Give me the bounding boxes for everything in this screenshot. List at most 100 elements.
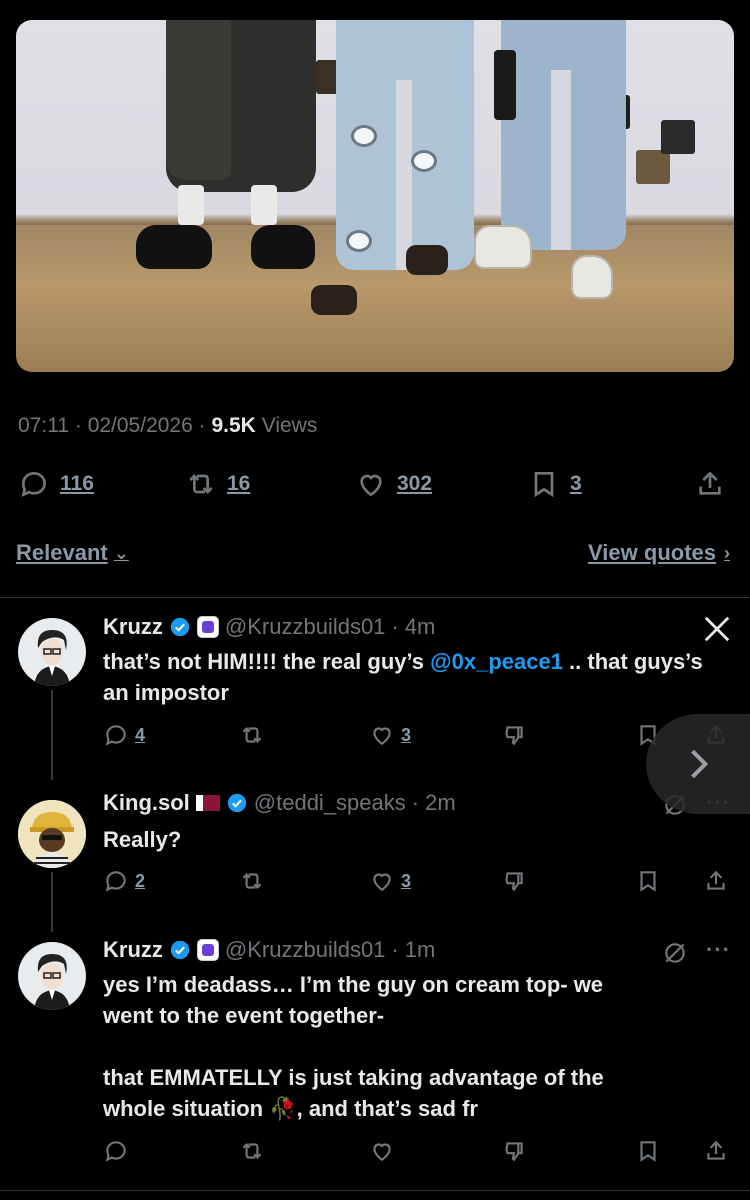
bookmark-icon (640, 1141, 656, 1162)
share-icon (707, 1140, 725, 1160)
affiliate-badge-icon (196, 939, 219, 961)
reply-icon (105, 725, 126, 746)
chevron-down-icon: ⌄ (113, 542, 129, 563)
reply-text: Really? (103, 827, 182, 852)
bookmark-icon (534, 472, 554, 498)
tweet-date: 02/05/2026 (87, 414, 193, 437)
rose-emoji: 🥀 (269, 1096, 297, 1121)
like-action[interactable] (369, 1138, 395, 1164)
reply-time: 2m (425, 790, 456, 815)
repost-icon (242, 1142, 262, 1160)
reply-action[interactable]: 116 (18, 468, 94, 500)
more-icon[interactable]: ··· (706, 937, 731, 963)
reply-icon (105, 1141, 126, 1162)
share-icon (707, 870, 725, 890)
verified-icon (170, 940, 190, 960)
avatar[interactable] (18, 618, 86, 686)
author-handle[interactable]: @Kruzzbuilds01 (225, 937, 386, 963)
loafer-left (136, 225, 212, 269)
reply-count: 2 (135, 870, 146, 891)
sneaker-right (571, 255, 613, 299)
dislike-action[interactable] (501, 722, 527, 748)
reply-text: yes I’m deadass… I’m the guy on cream to… (103, 972, 604, 1121)
reply-action[interactable]: 2 (103, 868, 145, 894)
repost-icon (242, 872, 262, 890)
author-name[interactable]: Kruzz (103, 614, 163, 640)
repost-icon (189, 474, 213, 494)
author-handle[interactable]: @Kruzzbuilds01 (225, 614, 386, 640)
avatar[interactable] (18, 800, 86, 868)
sneaker-left (474, 225, 532, 269)
reply-header: Kruzz @Kruzzbuilds01 · 4m (103, 614, 436, 640)
verified-icon (227, 793, 246, 813)
bookmark-icon (640, 871, 656, 892)
like-icon (373, 1143, 391, 1161)
bookmark-count: 3 (570, 472, 582, 495)
like-action[interactable]: 3 (369, 722, 411, 748)
view-quotes-label: View quotes (588, 540, 716, 565)
dislike-action[interactable] (501, 868, 527, 894)
reply-count: 116 (60, 472, 94, 495)
like-count: 3 (401, 724, 412, 745)
repost-action[interactable] (239, 722, 265, 748)
reply-actions: 4 3 (103, 722, 733, 754)
reply-action[interactable]: 4 (103, 722, 145, 748)
avatar[interactable] (18, 942, 86, 1010)
dislike-icon (505, 1142, 523, 1162)
mention-link[interactable]: @0x_peace1 (430, 649, 563, 674)
repost-action[interactable]: 16 (185, 468, 250, 500)
like-icon (360, 474, 382, 497)
like-action[interactable]: 3 (369, 868, 411, 894)
repost-count: 16 (227, 472, 251, 495)
divider (0, 597, 750, 598)
like-count: 302 (397, 472, 433, 495)
verified-icon (170, 617, 190, 637)
reply-time: 4m (404, 614, 436, 639)
loafer-right (251, 225, 315, 269)
phone-gadget (494, 50, 516, 120)
dislike-action[interactable] (501, 1138, 527, 1164)
like-icon (373, 873, 391, 891)
tweet-meta: 07:11 · 02/05/2026 · 9.5K Views (18, 414, 318, 437)
bookmark-action[interactable]: 3 (528, 468, 582, 500)
affiliate-badge-icon (196, 616, 219, 638)
sort-dropdown[interactable]: Relevant ⌄ (16, 540, 129, 566)
author-name[interactable]: Kruzz (103, 937, 163, 963)
chevron-right-icon: › (724, 542, 730, 563)
reply-icon (105, 871, 126, 892)
dislike-icon (505, 872, 523, 892)
reply-time: 1m (404, 937, 436, 962)
share-action[interactable] (694, 468, 726, 500)
share-action[interactable] (703, 1138, 729, 1164)
repost-action[interactable] (239, 1138, 265, 1164)
reply-header: Kruzz @Kruzzbuilds01 · 1m (103, 937, 436, 963)
reply-text: that’s not HIM!!!! the real guy’s @0x_pe… (103, 649, 703, 705)
x-logo (704, 616, 730, 642)
tweet-photo[interactable] (16, 20, 734, 372)
view-quotes-link[interactable]: View quotes › (588, 540, 730, 566)
reply-actions: 2 3 (103, 868, 733, 900)
reply-count: 4 (135, 724, 146, 745)
bookmark-action[interactable] (635, 868, 661, 894)
bookmark-action[interactable] (635, 1138, 661, 1164)
reply-action[interactable] (103, 1138, 129, 1164)
repost-action[interactable] (239, 868, 265, 894)
reply-header: King.sol @teddi_speaks · 2m (103, 790, 456, 816)
like-action[interactable]: 302 (355, 468, 432, 500)
replies-sort-row: Relevant ⌄ View quotes › (16, 540, 730, 570)
chevron-right-icon (691, 749, 709, 779)
author-name[interactable]: King.sol (103, 790, 190, 816)
reply-icon (21, 471, 47, 498)
divider (0, 1190, 750, 1191)
grok-icon[interactable] (662, 940, 688, 966)
thread-line (51, 690, 53, 780)
tweet-time: 07:11 (18, 414, 69, 437)
sort-label: Relevant (16, 540, 108, 565)
share-action[interactable] (703, 868, 729, 894)
tweet-views-label: Views (261, 414, 318, 437)
flag-icon (195, 795, 220, 811)
author-handle[interactable]: @teddi_speaks (254, 790, 406, 816)
tweet-views-count: 9.5K (211, 414, 256, 437)
next-arrow-button[interactable] (646, 714, 750, 814)
dislike-icon (505, 726, 523, 746)
